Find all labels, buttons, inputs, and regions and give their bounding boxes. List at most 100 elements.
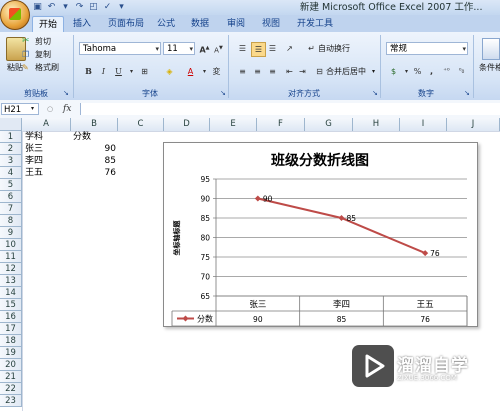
redo-icon[interactable]: ↷ — [74, 2, 85, 13]
row-header-10[interactable]: 10 — [0, 239, 22, 251]
increase-decimal-icon[interactable]: ⁺⁰ — [440, 65, 453, 78]
merge-center-button[interactable]: 合并后居中 — [326, 66, 366, 77]
increase-indent-icon[interactable]: ⇥ — [296, 65, 309, 78]
cell-B1[interactable]: 分数 — [73, 131, 91, 143]
copy-button[interactable]: 复制 — [35, 49, 51, 60]
underline-dropdown-icon[interactable]: ▾ — [125, 65, 138, 78]
cell-A4[interactable]: 王五 — [25, 167, 43, 179]
dropdown-icon[interactable]: ▾ — [60, 2, 71, 13]
cut-button[interactable]: 剪切 — [35, 36, 51, 47]
row-header-5[interactable]: 5 — [0, 179, 22, 191]
column-header-J[interactable]: J — [447, 118, 500, 131]
formula-input[interactable] — [80, 103, 500, 115]
chart-title[interactable]: 班级分数折线图 — [271, 152, 369, 169]
series-line-path[interactable] — [257, 197, 426, 255]
align-bottom-icon[interactable]: ☰ — [266, 42, 279, 55]
check-icon[interactable]: ✓ — [102, 2, 113, 13]
cell-B4[interactable]: 76 — [71, 167, 116, 179]
column-header-F[interactable]: F — [257, 118, 305, 131]
series-line[interactable]: 90 85 76 — [254, 195, 440, 259]
merge-dropdown-icon[interactable]: ▾ — [372, 66, 375, 77]
tab-home[interactable]: 开始 — [32, 16, 65, 33]
column-header-B[interactable]: B — [71, 118, 118, 131]
bold-button[interactable]: B — [82, 65, 95, 78]
column-header-G[interactable]: G — [305, 118, 353, 131]
row-header-11[interactable]: 11 — [0, 251, 22, 263]
underline-button[interactable]: U — [112, 65, 125, 78]
font-size-select[interactable]: 11 ▾ — [163, 42, 195, 55]
column-header-E[interactable]: E — [210, 118, 257, 131]
column-header-I[interactable]: I — [400, 118, 447, 131]
column-header-C[interactable]: C — [118, 118, 164, 131]
row-header-16[interactable]: 16 — [0, 311, 22, 323]
clipboard-launcher-icon[interactable]: ↘ — [63, 88, 69, 99]
orientation-icon[interactable]: ↗ — [283, 42, 296, 55]
row-header-3[interactable]: 3 — [0, 155, 22, 167]
data-point[interactable] — [254, 195, 261, 202]
data-point[interactable] — [338, 215, 345, 221]
row-header-20[interactable]: 20 — [0, 359, 22, 371]
insert-function-button[interactable]: fx — [63, 103, 77, 115]
tab-page-layout[interactable]: 页面布局 — [108, 16, 144, 32]
alignment-launcher-icon[interactable]: ↘ — [372, 88, 378, 99]
name-box-dropdown-icon[interactable]: ▾ — [31, 103, 34, 114]
cell-B3[interactable]: 85 — [71, 155, 116, 167]
y-axis-title[interactable]: 坐标轴标题 — [172, 220, 181, 256]
paste-button[interactable]: 粘贴 — [7, 62, 23, 73]
format-painter-icon[interactable]: ✎ — [22, 62, 29, 73]
merge-center-icon[interactable]: ⊟ — [313, 65, 326, 78]
wrap-text-button[interactable]: 自动换行 — [318, 43, 350, 54]
number-launcher-icon[interactable]: ↘ — [464, 88, 470, 99]
align-center-icon[interactable]: ≡ — [251, 65, 264, 78]
tab-insert[interactable]: 插入 — [73, 16, 91, 32]
row-header-9[interactable]: 9 — [0, 227, 22, 239]
undo-icon[interactable]: ↶ — [46, 2, 57, 13]
column-header-D[interactable]: D — [164, 118, 210, 131]
cut-icon[interactable]: ✂ — [22, 36, 30, 47]
copy-icon[interactable]: ❐ — [22, 49, 29, 60]
row-header-23[interactable]: 23 — [0, 395, 22, 407]
font-name-select[interactable]: Tahoma ▾ — [79, 42, 161, 55]
row-header-13[interactable]: 13 — [0, 275, 22, 287]
row-header-7[interactable]: 7 — [0, 203, 22, 215]
print-preview-icon[interactable]: ◰ — [88, 2, 99, 13]
currency-icon[interactable]: $ — [387, 65, 400, 78]
column-header-H[interactable]: H — [353, 118, 400, 131]
row-header-15[interactable]: 15 — [0, 299, 22, 311]
align-right-icon[interactable]: ≡ — [266, 65, 279, 78]
formula-bar-resize-icon[interactable]: ○ — [47, 102, 59, 116]
row-header-22[interactable]: 22 — [0, 383, 22, 395]
conditional-format-button[interactable]: 条件格式 — [479, 62, 500, 73]
tab-developer[interactable]: 开发工具 — [297, 16, 333, 32]
row-header-14[interactable]: 14 — [0, 287, 22, 299]
row-header-21[interactable]: 21 — [0, 371, 22, 383]
row-header-2[interactable]: 2 — [0, 143, 22, 155]
decrease-decimal-icon[interactable]: ⁰₀ — [455, 65, 468, 78]
tab-view[interactable]: 视图 — [262, 16, 280, 32]
office-button[interactable] — [0, 0, 30, 30]
cell-A3[interactable]: 李四 — [25, 155, 43, 167]
align-left-icon[interactable]: ≡ — [236, 65, 249, 78]
number-format-select[interactable]: 常规 ▾ — [386, 42, 468, 55]
tab-review[interactable]: 审阅 — [227, 16, 245, 32]
row-header-18[interactable]: 18 — [0, 335, 22, 347]
cell-B2[interactable]: 90 — [71, 143, 116, 155]
align-top-icon[interactable]: ☰ — [236, 42, 249, 55]
comma-button[interactable]: , — [425, 65, 438, 78]
format-painter-button[interactable]: 格式刷 — [35, 62, 59, 73]
select-all-corner[interactable] — [0, 118, 22, 131]
row-header-4[interactable]: 4 — [0, 167, 22, 179]
data-point[interactable] — [422, 250, 429, 257]
shrink-font-button[interactable]: A▼ — [212, 42, 225, 55]
font-launcher-icon[interactable]: ↘ — [220, 88, 226, 99]
wrap-text-icon[interactable]: ↵ — [305, 42, 318, 55]
tab-data[interactable]: 数据 — [191, 16, 209, 32]
percent-button[interactable]: % — [411, 65, 424, 78]
row-header-6[interactable]: 6 — [0, 191, 22, 203]
row-header-1[interactable]: 1 — [0, 131, 22, 143]
grow-font-button[interactable]: A▲ — [198, 42, 211, 55]
row-header-19[interactable]: 19 — [0, 347, 22, 359]
phonetic-icon[interactable]: 変 — [210, 65, 223, 78]
row-header-8[interactable]: 8 — [0, 215, 22, 227]
fill-color-icon[interactable]: ◈ — [163, 65, 176, 78]
